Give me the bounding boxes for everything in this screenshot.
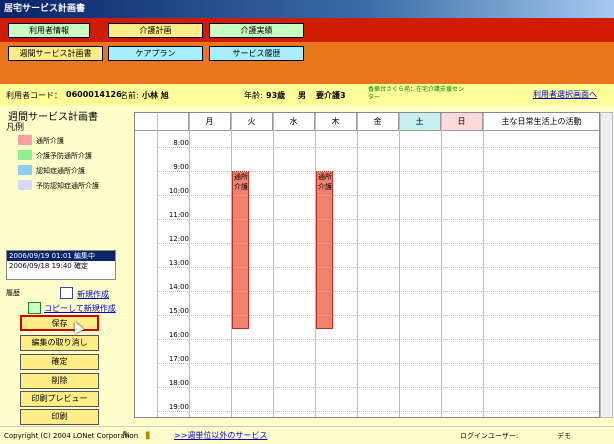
new-document-icon[interactable]: [60, 287, 73, 299]
grid-line: [483, 113, 484, 417]
hour-label: 19:00: [168, 403, 189, 411]
copy-create-link[interactable]: コピーして新規作成: [44, 303, 116, 314]
care-results-button[interactable]: 介護実績: [209, 23, 304, 38]
hour-label: 14:00: [168, 283, 189, 291]
hour-gridline: [157, 243, 599, 244]
hour-label: 16:00: [168, 331, 189, 339]
grid-line: [189, 113, 190, 417]
schedule-area: 月 火 水 木 金 土 日 主な日常生活上の活動 通所介護 通所介護 8:00 9…: [134, 106, 614, 426]
schedule-scrollbar[interactable]: [600, 112, 613, 418]
user-code: 0600014126: [66, 90, 122, 99]
login-user-name: デモ: [557, 432, 571, 440]
left-panel: 週間サービス計画書 凡例 通所介護 介護予防通所介護 認知症通所介護 予防認知症通所介…: [0, 106, 134, 426]
user-name: 小林 旭: [142, 91, 169, 100]
legend-label: 認知症通所介護: [36, 167, 85, 175]
edit-icon[interactable]: ✎: [122, 430, 130, 441]
other-services-link[interactable]: >>週単位以外のサービス: [174, 430, 267, 441]
care-provider: 香華台さくら苑：在宅介護支援センター: [368, 86, 465, 101]
copy-document-icon[interactable]: [28, 302, 41, 314]
delete-button[interactable]: 削除: [20, 373, 99, 389]
footer: Copyright (C) 2004 LONet Corporation ✎ ▮…: [0, 426, 614, 444]
hour-label: 13:00: [168, 259, 189, 267]
service-history-button[interactable]: サービス履歴: [209, 46, 304, 61]
history-item[interactable]: 2006/09/18 19:40 確定: [7, 261, 115, 271]
day-header-wed: 水: [273, 113, 315, 131]
history-label: 履歴: [6, 289, 20, 297]
user-sex: 男: [298, 91, 306, 100]
hour-label: 12:00: [168, 235, 189, 243]
day-header-tue: 火: [231, 113, 273, 131]
hour-gridline: [157, 195, 599, 196]
hour-gridline: [157, 171, 599, 172]
grid-line: [441, 113, 442, 417]
day-header-sun: 日: [441, 113, 483, 131]
history-item[interactable]: 2006/09/19 01:01 編集中: [7, 251, 115, 261]
user-select-link[interactable]: 利用者選択画面へ: [533, 89, 597, 100]
legend-swatch: [18, 165, 32, 175]
legend-swatch: [18, 135, 32, 145]
new-create-link[interactable]: 新規作成: [77, 289, 109, 300]
legend-swatch: [18, 180, 32, 190]
day-header-sat: 土: [399, 113, 441, 131]
weekly-schedule-grid[interactable]: 月 火 水 木 金 土 日 主な日常生活上の活動 通所介護 通所介護 8:00 9…: [134, 112, 600, 418]
grid-line: [399, 113, 400, 417]
hour-label: 17:00: [168, 355, 189, 363]
legend-label: 予防認知症通所介護: [36, 182, 99, 190]
hour-label: 15:00: [168, 307, 189, 315]
hour-gridline: [157, 363, 599, 364]
weekly-plan-button[interactable]: 週間サービス計画書: [8, 46, 103, 61]
copyright-text: Copyright (C) 2004 LONet Corporation: [4, 432, 139, 440]
care-plan-sub-button[interactable]: ケアプラン: [108, 46, 203, 61]
window-title: 居宅サービス計画書: [4, 4, 86, 14]
hour-gridline: [157, 339, 599, 340]
hour-label: 9:00: [173, 163, 189, 171]
save-button[interactable]: 保存: [20, 315, 99, 331]
care-plan-button[interactable]: 介護計画: [108, 23, 203, 38]
user-info-bar: 利用者コード： 0600014126 名前: 小林 旭 年齢: 93歳 男 要介…: [0, 84, 614, 106]
user-age-label: 年齢:: [244, 91, 263, 100]
confirm-button[interactable]: 確定: [20, 354, 99, 370]
day-header-thu: 木: [315, 113, 357, 131]
menu-strip: [0, 64, 614, 84]
activities-header: 主な日常生活上の活動: [483, 113, 599, 131]
sub-menu: 週間サービス計画書 ケアプラン サービス履歴: [0, 42, 614, 64]
user-code-label: 利用者コード：: [6, 91, 62, 100]
hour-gridline: [157, 387, 599, 388]
hour-label: 11:00: [168, 211, 189, 219]
time-column-header: [135, 113, 189, 131]
legend-title: 凡例: [6, 123, 25, 133]
hour-gridline: [157, 147, 599, 148]
grid-line: [157, 113, 158, 417]
undo-edit-button[interactable]: 編集の取り消し: [20, 335, 99, 351]
login-user-label: ログインユーザー:: [460, 432, 519, 440]
history-list[interactable]: 2006/09/19 01:01 編集中 2006/09/18 19:40 確定: [6, 250, 116, 280]
hour-label: 18:00: [168, 379, 189, 387]
print-button[interactable]: 印刷: [20, 409, 99, 425]
grid-line: [273, 113, 274, 417]
legend-label: 介護予防通所介護: [36, 152, 92, 160]
hour-label: 10:00: [168, 187, 189, 195]
main-menu: 利用者情報 介護計画 介護実績: [0, 18, 614, 42]
day-header-mon: 月: [189, 113, 231, 131]
hour-gridline: [157, 267, 599, 268]
hour-label: 8:00: [173, 139, 189, 147]
user-age: 93歳: [266, 91, 286, 100]
window-title-bar: 居宅サービス計画書: [0, 0, 614, 18]
user-care-level: 要介護3: [316, 91, 346, 100]
user-info-button[interactable]: 利用者情報: [8, 23, 90, 38]
day-header-fri: 金: [357, 113, 399, 131]
grid-line: [357, 113, 358, 417]
book-icon[interactable]: ▮: [145, 430, 151, 441]
legend-label: 通所介護: [36, 137, 64, 145]
legend-swatch: [18, 150, 32, 160]
print-preview-button[interactable]: 印刷プレビュー: [20, 391, 99, 407]
hour-gridline: [157, 315, 599, 316]
hour-gridline: [157, 219, 599, 220]
hour-gridline: [157, 411, 599, 412]
hour-gridline: [157, 291, 599, 292]
user-name-label: 名前:: [120, 91, 139, 100]
